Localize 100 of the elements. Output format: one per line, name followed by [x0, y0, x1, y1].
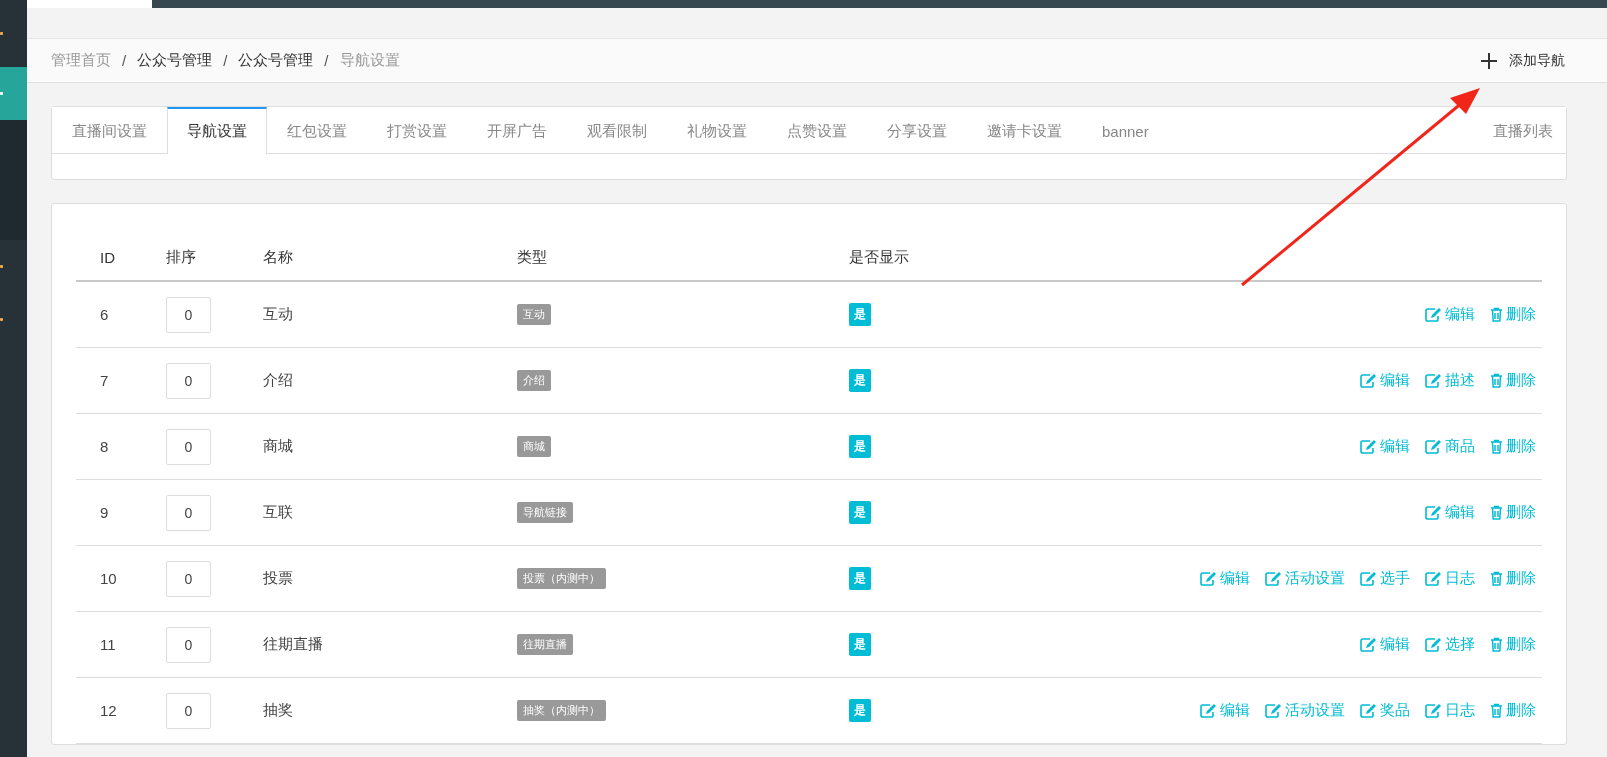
edit-icon	[1425, 571, 1442, 586]
shown-badge: 是	[849, 567, 871, 590]
trash-icon	[1490, 637, 1503, 652]
edit-icon	[1200, 703, 1217, 718]
edit-icon	[1360, 373, 1377, 388]
name-cell-text: 投票	[262, 569, 294, 588]
shown-badge: 是	[849, 699, 871, 722]
sort-input[interactable]: 0	[166, 692, 211, 729]
shown-badge: 是	[849, 303, 871, 326]
breadcrumb-separator: /	[324, 52, 329, 69]
sort-input[interactable]: 0	[166, 626, 211, 663]
breadcrumb-separator: /	[223, 52, 228, 69]
type-tag: 导航链接	[517, 502, 573, 523]
name-cell-text: 往期直播	[262, 635, 324, 654]
edit-link[interactable]: 选手	[1360, 569, 1410, 588]
plus-icon	[1481, 52, 1497, 69]
add-nav-button[interactable]: 添加导航	[1477, 47, 1569, 74]
name-cell-text: 互联	[262, 503, 294, 522]
edit-icon	[1425, 307, 1442, 322]
breadcrumb-item: 导航设置	[339, 51, 400, 70]
edit-link[interactable]: 编辑	[1360, 635, 1410, 654]
delete-link[interactable]: 删除	[1490, 701, 1536, 720]
name-cell-text: 互动	[262, 305, 294, 324]
edit-link[interactable]: 编辑	[1425, 305, 1475, 324]
sort-input[interactable]: 0	[166, 296, 211, 333]
shown-badge: 是	[849, 501, 871, 524]
name-cell-text: 介绍	[262, 371, 294, 390]
type-tag: 往期直播	[517, 634, 573, 655]
sort-input[interactable]: 0	[166, 494, 211, 531]
caret-icon	[0, 318, 3, 321]
top-tab[interactable]	[27, 0, 152, 8]
edit-icon	[1425, 373, 1442, 388]
edit-icon	[1425, 439, 1442, 454]
sort-input[interactable]: 0	[166, 362, 211, 399]
type-tag: 介绍	[517, 370, 551, 391]
edit-icon	[1425, 637, 1442, 652]
delete-link[interactable]: 删除	[1490, 635, 1536, 654]
edit-icon	[1360, 637, 1377, 652]
id-cell-text: 6	[99, 306, 110, 323]
id-cell-text: 11	[99, 636, 117, 653]
breadcrumb-item[interactable]: 公众号管理	[238, 51, 314, 70]
id-cell-text: 12	[99, 702, 118, 719]
caret-icon	[0, 92, 3, 95]
trash-icon	[1490, 439, 1503, 454]
shown-badge: 是	[849, 369, 871, 392]
column-header: 排序	[165, 247, 197, 267]
edit-link[interactable]: 日志	[1425, 569, 1475, 588]
sidebar-item[interactable]	[0, 120, 27, 240]
shown-badge: 是	[849, 435, 871, 458]
edit-link[interactable]: 编辑	[1425, 503, 1475, 522]
delete-link[interactable]: 删除	[1490, 503, 1536, 522]
edit-icon	[1425, 703, 1442, 718]
edit-link[interactable]: 描述	[1425, 371, 1475, 390]
edit-icon	[1425, 505, 1442, 520]
caret-icon	[0, 265, 3, 268]
edit-icon	[1265, 571, 1282, 586]
name-cell-text: 商城	[262, 437, 294, 456]
shown-badge: 是	[849, 633, 871, 656]
breadcrumb-item: 管理首页	[51, 51, 111, 70]
delete-link[interactable]: 删除	[1490, 437, 1536, 456]
delete-link[interactable]: 删除	[1490, 569, 1536, 588]
edit-icon	[1360, 703, 1377, 718]
delete-link[interactable]: 删除	[1490, 371, 1536, 390]
sidebar-item[interactable]	[0, 67, 27, 120]
edit-icon	[1265, 703, 1282, 718]
id-cell-text: 9	[99, 504, 110, 521]
edit-link[interactable]: 商品	[1425, 437, 1475, 456]
delete-link[interactable]: 删除	[1490, 305, 1536, 324]
edit-link[interactable]: 奖品	[1360, 701, 1410, 720]
edit-link[interactable]: 活动设置	[1265, 569, 1345, 588]
name-cell-text: 抽奖	[262, 701, 294, 720]
caret-icon	[0, 32, 3, 35]
edit-link[interactable]: 编辑	[1360, 371, 1410, 390]
column-header: 类型	[516, 247, 548, 267]
type-tag: 抽奖（内测中）	[517, 700, 606, 721]
id-cell-text: 7	[99, 372, 110, 389]
breadcrumb-item[interactable]: 公众号管理	[137, 51, 213, 70]
column-header: 是否显示	[848, 247, 910, 267]
type-tag: 商城	[517, 436, 551, 457]
edit-link[interactable]: 活动设置	[1265, 701, 1345, 720]
trash-icon	[1490, 703, 1503, 718]
breadcrumb-separator: /	[122, 52, 127, 69]
column-header: ID	[99, 248, 116, 266]
id-cell-text: 8	[99, 438, 110, 455]
sort-input[interactable]: 0	[166, 560, 211, 597]
trash-icon	[1490, 373, 1503, 388]
edit-link[interactable]: 日志	[1425, 701, 1475, 720]
edit-icon	[1200, 571, 1217, 586]
edit-link[interactable]: 选择	[1425, 635, 1475, 654]
tab[interactable]: 导航设置	[167, 107, 267, 154]
column-header: 名称	[262, 247, 294, 267]
trash-icon	[1490, 571, 1503, 586]
edit-link[interactable]: 编辑	[1360, 437, 1410, 456]
edit-link[interactable]: 编辑	[1200, 569, 1250, 588]
type-tag: 互动	[517, 304, 551, 325]
edit-icon	[1360, 439, 1377, 454]
edit-icon	[1360, 571, 1377, 586]
trash-icon	[1490, 307, 1503, 322]
edit-link[interactable]: 编辑	[1200, 701, 1250, 720]
sort-input[interactable]: 0	[166, 428, 211, 465]
